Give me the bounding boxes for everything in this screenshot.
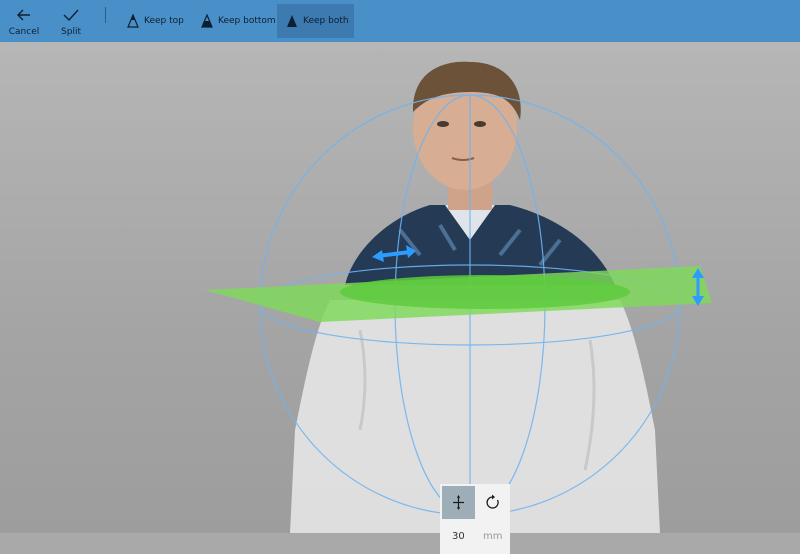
keep-top-button[interactable]: Keep top: [118, 4, 188, 38]
split-label: Split: [61, 27, 81, 37]
3d-viewport[interactable]: 30 mm: [0, 42, 800, 554]
cut-cross-section: [340, 275, 630, 309]
keep-both-label: Keep both: [303, 16, 349, 26]
move-icon: [453, 495, 464, 510]
keep-top-icon: [127, 14, 139, 28]
rotate-mode-button[interactable]: [476, 486, 509, 519]
checkmark-icon: [63, 9, 79, 22]
keep-bottom-button[interactable]: Keep bottom: [192, 4, 276, 38]
toolbar-divider: [105, 7, 106, 23]
keep-both-button[interactable]: Keep both: [277, 4, 354, 38]
cancel-button[interactable]: Cancel: [6, 0, 42, 42]
model-head: [412, 61, 521, 210]
keep-bottom-label: Keep bottom: [218, 16, 276, 26]
keep-bottom-icon: [201, 14, 213, 28]
toolbar: Cancel Split Keep top Keep bottom Keep b…: [0, 0, 800, 42]
cancel-label: Cancel: [8, 27, 40, 37]
back-arrow-icon: [17, 9, 30, 21]
move-mode-button[interactable]: [442, 486, 475, 519]
keep-both-icon: [287, 15, 297, 27]
transform-panel: 30 mm: [440, 484, 510, 554]
rotate-icon: [486, 494, 499, 509]
split-button[interactable]: Split: [53, 0, 89, 42]
keep-top-label: Keep top: [144, 16, 184, 26]
